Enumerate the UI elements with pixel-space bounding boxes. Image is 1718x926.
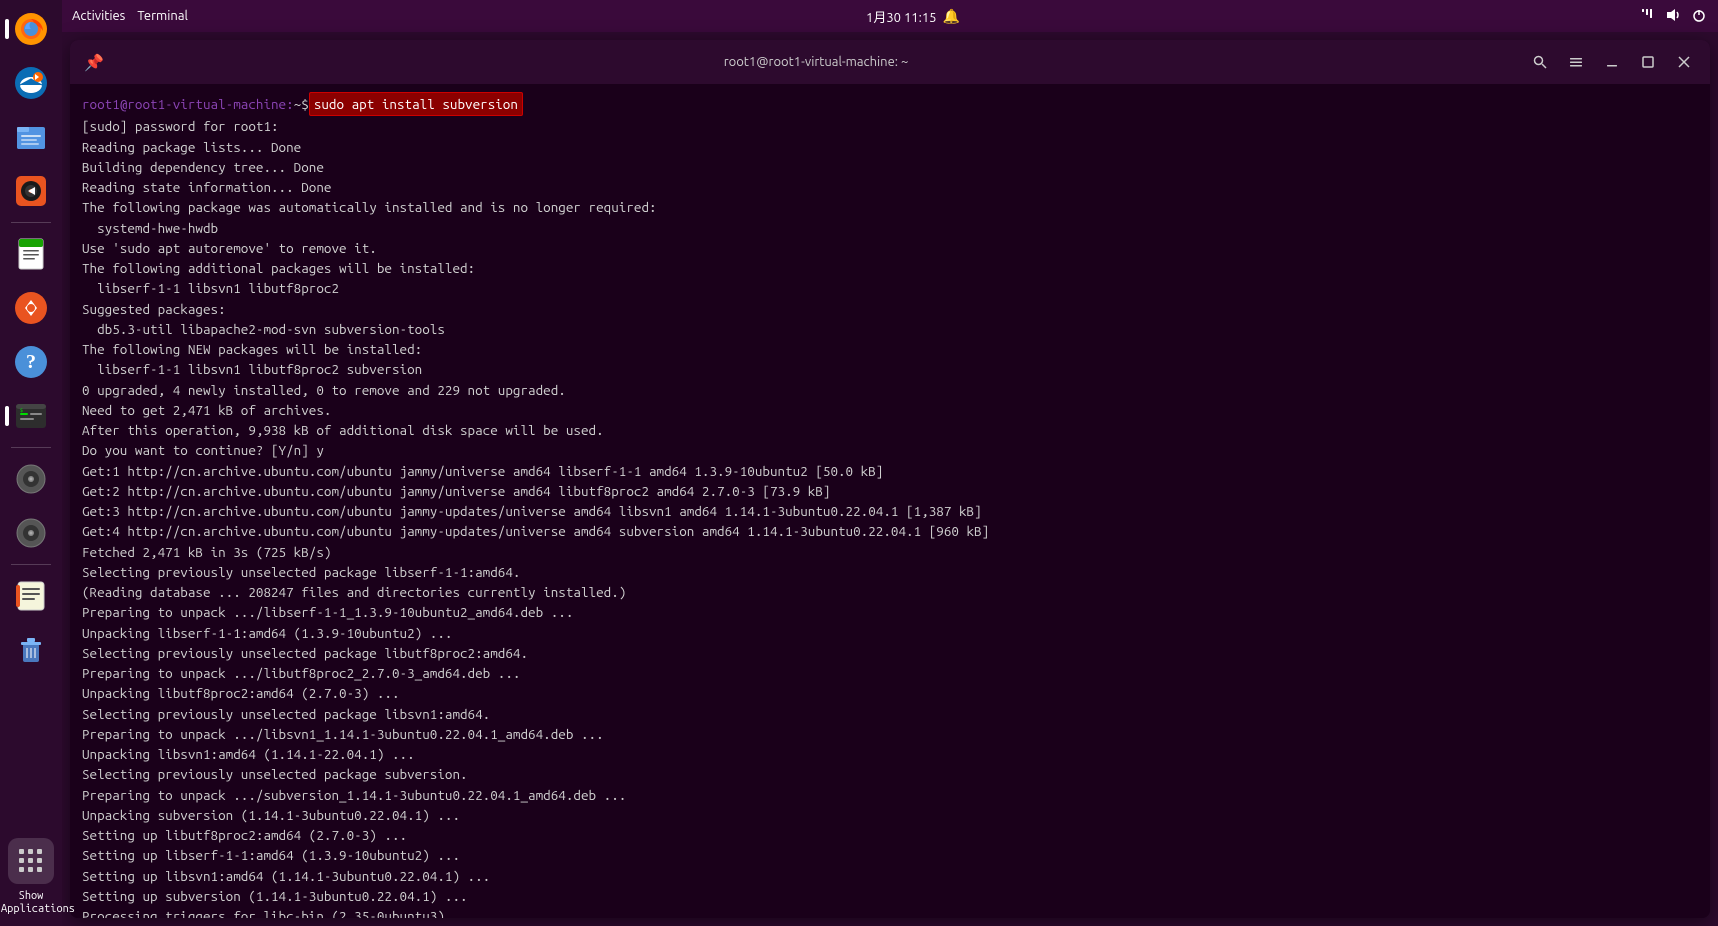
- search-button[interactable]: [1524, 48, 1556, 76]
- show-applications-button[interactable]: [8, 838, 54, 884]
- line-21: Get:3 http://cn.archive.ubuntu.com/ubunt…: [82, 501, 1698, 521]
- bell-icon: 🔔: [943, 8, 960, 25]
- line-25: (Reading database ... 208247 files and d…: [82, 582, 1698, 602]
- line-12: db5.3-util libapache2-mod-svn subversion…: [82, 319, 1698, 339]
- close-button[interactable]: [1668, 48, 1700, 76]
- minimize-button[interactable]: [1596, 48, 1628, 76]
- topbar-center: 1月30 11:15 🔔: [866, 7, 960, 26]
- line-24: Selecting previously unselected package …: [82, 562, 1698, 582]
- terminal-controls: [1524, 48, 1700, 76]
- line-13: The following NEW packages will be insta…: [82, 339, 1698, 359]
- line-2: [sudo] password for root1:: [82, 116, 1698, 136]
- pin-icon[interactable]: 📌: [80, 48, 108, 76]
- line-36: Unpacking subversion (1.14.1-3ubuntu0.22…: [82, 805, 1698, 825]
- line-7: systemd-hwe-hwdb: [82, 218, 1698, 238]
- datetime-label: 1月30 11:15: [866, 7, 937, 26]
- svg-text:$_: $_: [20, 408, 27, 414]
- topbar-right: [1638, 6, 1708, 27]
- line-28: Selecting previously unselected package …: [82, 643, 1698, 663]
- show-applications-label: Show Applications: [1, 890, 61, 916]
- line-40: Setting up subversion (1.14.1-3ubuntu0.2…: [82, 886, 1698, 906]
- line-17: After this operation, 9,938 kB of additi…: [82, 420, 1698, 440]
- line-9: The following additional packages will b…: [82, 258, 1698, 278]
- taskbar-files[interactable]: [8, 114, 54, 160]
- terminal-title: root1@root1-virtual-machine: ~: [108, 55, 1524, 69]
- volume-icon: [1664, 6, 1682, 27]
- taskbar-writer[interactable]: [8, 231, 54, 277]
- line-14: libserf-1-1 libsvn1 libutf8proc2 subvers…: [82, 359, 1698, 379]
- svg-text:?: ?: [26, 351, 36, 373]
- app-name-label[interactable]: Terminal: [137, 9, 188, 23]
- dollar-1: ~$: [294, 94, 309, 114]
- line-11: Suggested packages:: [82, 299, 1698, 319]
- line-26: Preparing to unpack .../libserf-1-1_1.3.…: [82, 602, 1698, 622]
- terminal-window: 📌 root1@root1-virtual-machine: ~: [70, 40, 1710, 918]
- taskbar-recycle[interactable]: [8, 627, 54, 673]
- line-5: Reading state information... Done: [82, 177, 1698, 197]
- line-27: Unpacking libserf-1-1:amd64 (1.3.9-10ubu…: [82, 623, 1698, 643]
- topbar-left: Activities Terminal: [72, 9, 188, 23]
- taskbar-terminal[interactable]: $_: [8, 393, 54, 439]
- line-23: Fetched 2,471 kB in 3s (725 kB/s): [82, 542, 1698, 562]
- power-icon: [1690, 6, 1708, 27]
- line-20: Get:2 http://cn.archive.ubuntu.com/ubunt…: [82, 481, 1698, 501]
- network-icon: [1638, 6, 1656, 27]
- line-10: libserf-1-1 libsvn1 libutf8proc2: [82, 278, 1698, 298]
- line-22: Get:4 http://cn.archive.ubuntu.com/ubunt…: [82, 521, 1698, 541]
- line-29: Preparing to unpack .../libutf8proc2_2.7…: [82, 663, 1698, 683]
- taskbar-rhythmbox[interactable]: [8, 168, 54, 214]
- line-34: Selecting previously unselected package …: [82, 764, 1698, 784]
- taskbar-optical-2[interactable]: [8, 510, 54, 556]
- line-4: Building dependency tree... Done: [82, 157, 1698, 177]
- terminal-line-1: root1@root1-virtual-machine:~$ sudo apt …: [82, 92, 1698, 116]
- line-41: Processing triggers for libc-bin (2.35-0…: [82, 906, 1698, 918]
- line-30: Unpacking libutf8proc2:amd64 (2.7.0-3) .…: [82, 683, 1698, 703]
- line-3: Reading package lists... Done: [82, 137, 1698, 157]
- taskbar-help[interactable]: ?: [8, 339, 54, 385]
- line-15: 0 upgraded, 4 newly installed, 0 to remo…: [82, 380, 1698, 400]
- activities-button[interactable]: Activities: [72, 9, 125, 23]
- prompt-1: root1@root1-virtual-machine:: [82, 94, 294, 114]
- terminal-output: root1@root1-virtual-machine:~$ sudo apt …: [82, 92, 1698, 918]
- line-6: The following package was automatically …: [82, 197, 1698, 217]
- apps-grid-icon: [19, 849, 43, 873]
- taskbar-firefox[interactable]: [8, 6, 54, 52]
- line-8: Use 'sudo apt autoremove' to remove it.: [82, 238, 1698, 258]
- main-area: Activities Terminal 1月30 11:15 🔔: [62, 0, 1718, 926]
- taskbar-separator-3: [11, 564, 51, 565]
- line-32: Preparing to unpack .../libsvn1_1.14.1-3…: [82, 724, 1698, 744]
- taskbar-thunderbird[interactable]: [8, 60, 54, 106]
- taskbar-separator-1: [11, 222, 51, 223]
- taskbar-separator-2: [11, 447, 51, 448]
- menu-button[interactable]: [1560, 48, 1592, 76]
- line-37: Setting up libutf8proc2:amd64 (2.7.0-3) …: [82, 825, 1698, 845]
- line-18: Do you want to continue? [Y/n] y: [82, 440, 1698, 460]
- terminal-content[interactable]: root1@root1-virtual-machine:~$ sudo apt …: [70, 84, 1710, 918]
- maximize-button[interactable]: [1632, 48, 1664, 76]
- show-apps-section: Show Applications: [1, 838, 61, 916]
- taskbar-notes[interactable]: [8, 573, 54, 619]
- command-1: sudo apt install subversion: [309, 92, 523, 116]
- terminal-titlebar: 📌 root1@root1-virtual-machine: ~: [70, 40, 1710, 84]
- taskbar-optical-1[interactable]: [8, 456, 54, 502]
- taskbar: ? $_: [0, 0, 62, 926]
- line-19: Get:1 http://cn.archive.ubuntu.com/ubunt…: [82, 461, 1698, 481]
- topbar: Activities Terminal 1月30 11:15 🔔: [62, 0, 1718, 32]
- line-38: Setting up libserf-1-1:amd64 (1.3.9-10ub…: [82, 845, 1698, 865]
- taskbar-app-center[interactable]: [8, 285, 54, 331]
- line-33: Unpacking libsvn1:amd64 (1.14.1-22.04.1)…: [82, 744, 1698, 764]
- line-16: Need to get 2,471 kB of archives.: [82, 400, 1698, 420]
- line-39: Setting up libsvn1:amd64 (1.14.1-3ubuntu…: [82, 866, 1698, 886]
- line-35: Preparing to unpack .../subversion_1.14.…: [82, 785, 1698, 805]
- line-31: Selecting previously unselected package …: [82, 704, 1698, 724]
